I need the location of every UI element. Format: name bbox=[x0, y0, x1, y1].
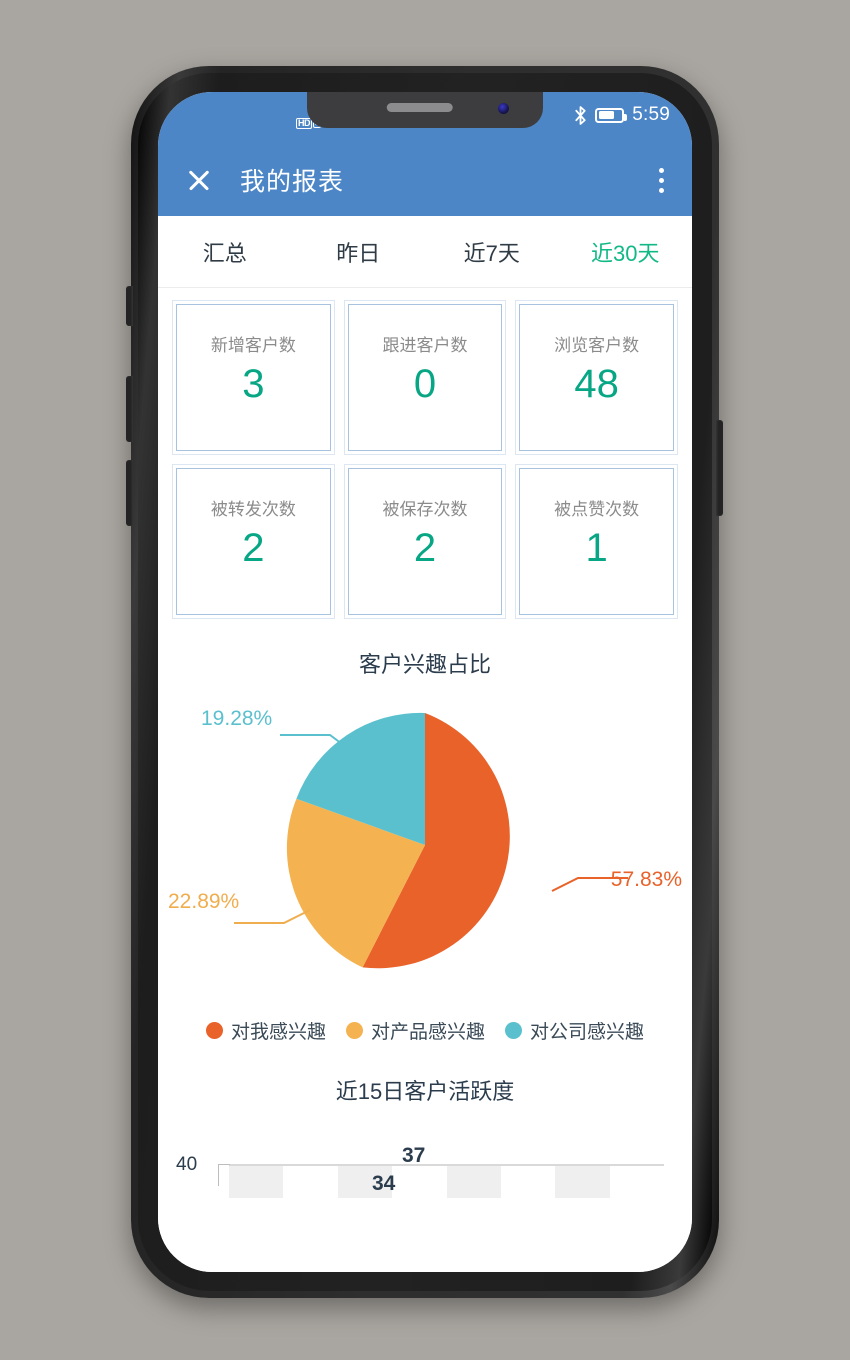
hd-label: HD bbox=[296, 118, 312, 129]
stat-card-value: 48 bbox=[574, 362, 619, 406]
activity-chart-top-gridline bbox=[229, 1164, 664, 1166]
pie-legend: 对我感兴趣 对产品感兴趣 对公司感兴趣 bbox=[158, 1017, 692, 1044]
stat-card-new-customers[interactable]: 新增客户数 3 bbox=[172, 300, 335, 455]
activity-chart-bands bbox=[229, 1165, 664, 1198]
status-bar-right: 5:59 bbox=[574, 104, 670, 126]
front-camera bbox=[498, 103, 509, 114]
activity-chart-area: 40 34 37 bbox=[158, 1128, 692, 1198]
stat-card-likes[interactable]: 被点赞次数 1 bbox=[515, 464, 678, 619]
volume-down-button[interactable] bbox=[126, 460, 133, 526]
pie-leader-line-amber bbox=[234, 909, 311, 924]
stat-card-followed-customers[interactable]: 跟进客户数 0 bbox=[343, 300, 507, 455]
battery-icon bbox=[595, 107, 628, 123]
stat-card-value: 2 bbox=[242, 526, 265, 570]
pie-chart-area: 57.83% 22.89% 19.28% bbox=[158, 685, 692, 1015]
legend-dot-teal bbox=[505, 1022, 522, 1039]
pie-chart-title: 客户兴趣占比 bbox=[358, 652, 491, 677]
tab-summary[interactable]: 汇总 bbox=[158, 236, 292, 268]
stat-card-label: 新增客户数 bbox=[210, 336, 296, 355]
stat-card-label: 被点赞次数 bbox=[554, 500, 640, 519]
stat-card-value: 0 bbox=[413, 362, 437, 406]
stat-card-value: 3 bbox=[242, 362, 265, 406]
display-notch bbox=[307, 92, 543, 128]
page-title: 我的报表 bbox=[240, 168, 345, 196]
legend-item-product[interactable]: 对产品感兴趣 bbox=[345, 1017, 485, 1044]
stat-card-viewed-customers[interactable]: 浏览客户数 48 bbox=[515, 300, 678, 455]
stat-card-label: 浏览客户数 bbox=[554, 336, 640, 355]
phone-screen: HD 2 5:59 我的报表 bbox=[158, 92, 692, 1272]
stat-card-value: 2 bbox=[413, 526, 437, 570]
tab-yesterday[interactable]: 昨日 bbox=[292, 236, 426, 268]
period-tabs: 汇总 昨日 近7天 近30天 bbox=[158, 216, 692, 288]
activity-chart-point-label-37: 37 bbox=[402, 1144, 426, 1167]
silent-switch-button[interactable] bbox=[126, 286, 133, 326]
activity-chart-point-marker bbox=[401, 1171, 405, 1175]
power-button[interactable] bbox=[716, 420, 723, 516]
legend-item-company[interactable]: 对公司感兴趣 bbox=[505, 1017, 644, 1044]
stat-card-saves[interactable]: 被保存次数 2 bbox=[343, 464, 507, 619]
pie-chart-svg bbox=[234, 712, 628, 969]
tab-last-7-days[interactable]: 近7天 bbox=[425, 236, 559, 268]
pie-label-teal: 19.28% bbox=[201, 707, 273, 730]
legend-label: 对公司感兴趣 bbox=[530, 1022, 645, 1043]
stat-card-grid: 新增客户数 3 跟进客户数 0 浏览客户数 48 被转发次数 2 被保存次数 2… bbox=[158, 288, 692, 625]
legend-dot-amber bbox=[345, 1022, 363, 1039]
pie-label-amber: 22.89% bbox=[168, 890, 240, 913]
tab-last-30-days[interactable]: 近30天 bbox=[559, 236, 693, 268]
app-bar: 我的报表 bbox=[158, 144, 692, 216]
legend-label: 对产品感兴趣 bbox=[370, 1022, 485, 1043]
pie-label-orange: 57.83% bbox=[610, 868, 682, 891]
close-icon[interactable] bbox=[184, 165, 214, 195]
activity-chart-y-max-label: 40 bbox=[176, 1154, 198, 1175]
stat-card-label: 被保存次数 bbox=[382, 500, 468, 519]
volume-up-button[interactable] bbox=[126, 376, 133, 442]
legend-label: 对我感兴趣 bbox=[230, 1022, 326, 1043]
bluetooth-icon bbox=[575, 105, 586, 125]
legend-dot-orange bbox=[205, 1022, 223, 1039]
pie-chart-section: 客户兴趣占比 57.83% 22.89% 19.28% 对我感兴趣 对产品感兴趣… bbox=[158, 625, 692, 1044]
stat-card-label: 被转发次数 bbox=[210, 500, 296, 519]
stat-card-forwards[interactable]: 被转发次数 2 bbox=[172, 464, 335, 619]
activity-chart-axis-tick bbox=[218, 1164, 230, 1186]
speaker-grille bbox=[386, 103, 453, 112]
stat-card-value: 1 bbox=[585, 526, 608, 570]
content-area: 汇总 昨日 近7天 近30天 新增客户数 3 跟进客户数 0 浏览客户数 48 … bbox=[158, 216, 692, 1272]
more-vertical-icon[interactable] bbox=[659, 167, 664, 193]
activity-chart-point-label-34: 34 bbox=[372, 1172, 396, 1195]
clock-time: 5:59 bbox=[632, 104, 670, 125]
legend-item-me[interactable]: 对我感兴趣 bbox=[205, 1017, 326, 1044]
stat-card-label: 跟进客户数 bbox=[382, 336, 468, 355]
screenshot-stage: HD 2 5:59 我的报表 bbox=[0, 0, 850, 1360]
activity-chart-section: 近15日客户活跃度 40 34 37 bbox=[158, 1074, 692, 1198]
activity-chart-title: 近15日客户活跃度 bbox=[335, 1079, 515, 1104]
